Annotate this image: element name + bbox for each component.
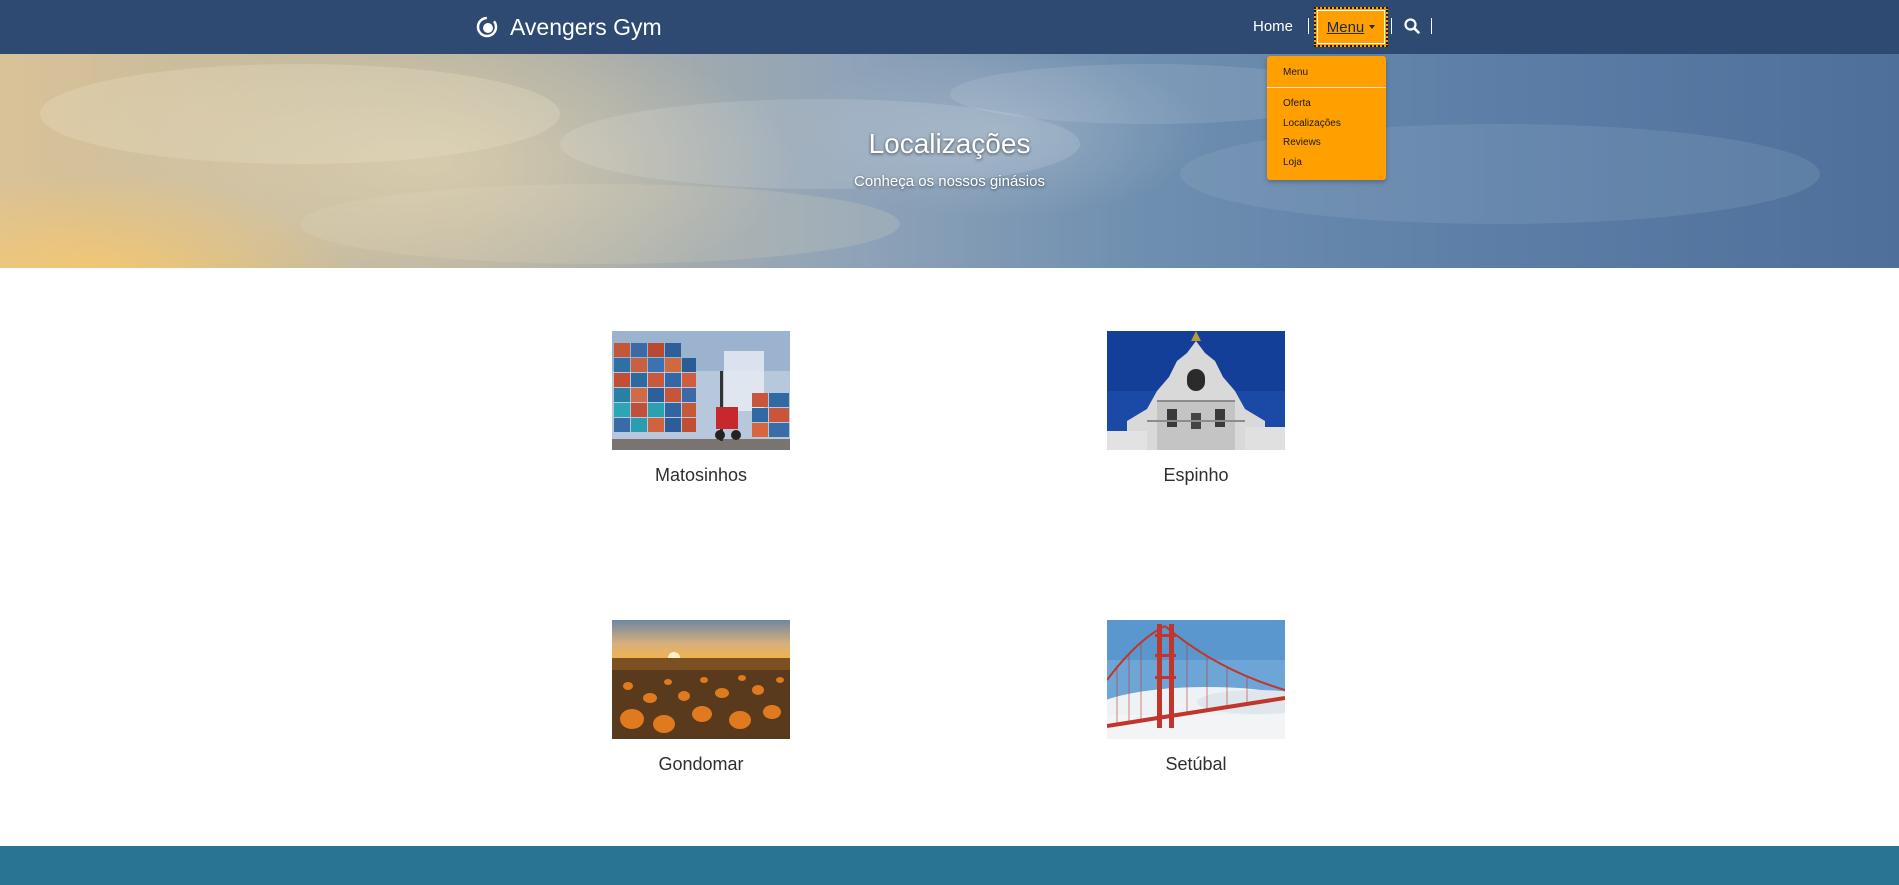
caret-down-icon [1369, 25, 1376, 29]
brand-name: Avengers Gym [510, 13, 662, 40]
top-navbar: Avengers Gym Home Menu [0, 0, 1899, 54]
menu-button-label: Menu [1326, 18, 1365, 36]
menu-dropdown: Menu Oferta Localizações Reviews Loja [1267, 56, 1386, 180]
page-title: Localizações [868, 128, 1031, 159]
location-image-gondomar[interactable] [612, 620, 790, 739]
location-image-espinho[interactable] [1107, 331, 1285, 450]
nav-divider [1391, 18, 1392, 34]
location-name[interactable]: Matosinhos [612, 465, 790, 486]
nav-divider [1308, 18, 1309, 34]
nav-home-link[interactable]: Home [1253, 18, 1293, 35]
search-icon[interactable] [1403, 17, 1421, 35]
location-card-setubal[interactable]: Setúbal [1107, 620, 1285, 775]
brand[interactable]: Avengers Gym [476, 12, 662, 42]
location-name[interactable]: Setúbal [1107, 754, 1285, 775]
location-name[interactable]: Espinho [1107, 465, 1285, 486]
dropdown-item-loja[interactable]: Loja [1283, 157, 1302, 168]
menu-dropdown-button[interactable]: Menu [1314, 7, 1388, 47]
location-card-gondomar[interactable]: Gondomar [612, 620, 790, 775]
dropdown-item-localizacoes[interactable]: Localizações [1283, 118, 1341, 129]
footer-bar [0, 846, 1899, 885]
dropdown-divider [1267, 87, 1386, 88]
location-card-espinho[interactable]: Espinho [1107, 331, 1285, 486]
location-image-matosinhos[interactable] [612, 331, 790, 450]
hero-banner: Localizações Conheça os nossos ginásios [0, 54, 1899, 268]
page-subtitle: Conheça os nossos ginásios [854, 173, 1045, 190]
dropdown-item-oferta[interactable]: Oferta [1283, 98, 1311, 109]
brand-logo-icon [476, 16, 498, 38]
sky-clouds-background [40, 64, 1820, 264]
dropdown-header: Menu [1283, 67, 1309, 78]
location-image-setubal[interactable] [1107, 620, 1285, 739]
location-card-matosinhos[interactable]: Matosinhos [612, 331, 790, 486]
dropdown-item-reviews[interactable]: Reviews [1283, 137, 1321, 148]
location-name[interactable]: Gondomar [612, 754, 790, 775]
nav-divider [1431, 18, 1432, 34]
